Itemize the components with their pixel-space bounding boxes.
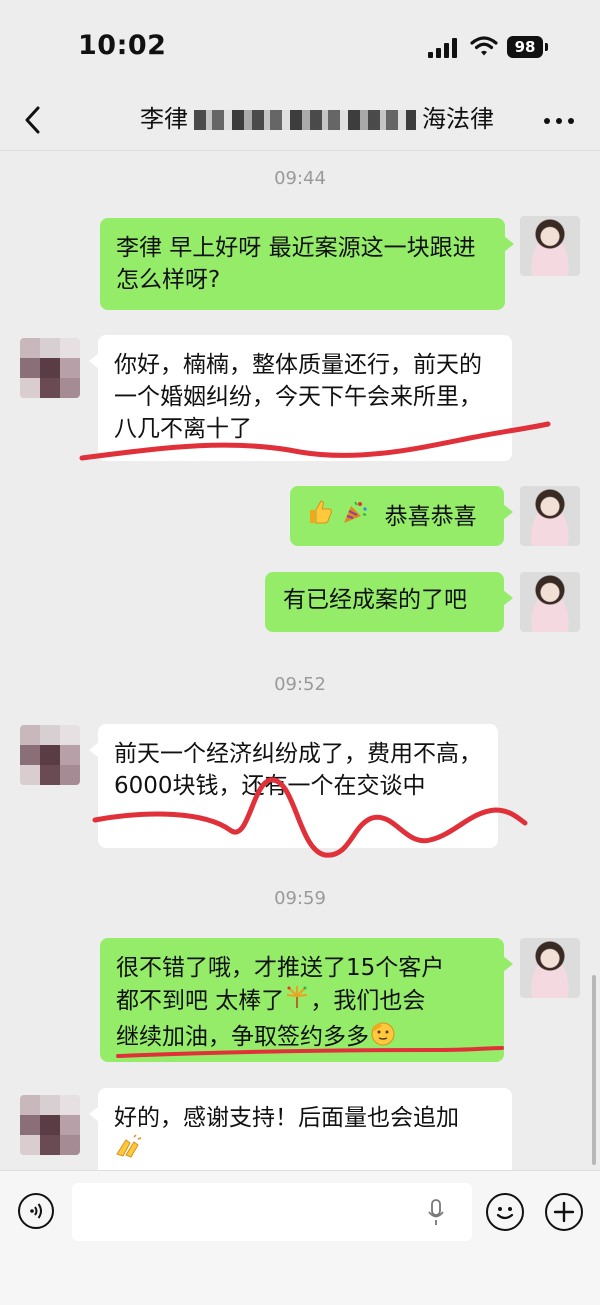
smiley-icon [496, 1206, 513, 1219]
status-bar: 10:02 98 [0, 0, 600, 90]
microphone-icon[interactable] [428, 1199, 444, 1227]
my-avatar[interactable] [520, 938, 580, 998]
message-bubble-sent[interactable]: 李律 早上好呀 最近案源这一块跟进怎么样呀? [100, 218, 514, 310]
my-avatar[interactable] [520, 572, 580, 632]
message-bubble-received[interactable]: 你好，楠楠，整体质量还行，前天的一个婚姻纠纷，今天下午会来所里，八几不离十了 [89, 335, 512, 461]
message-line: 继续加油，争取签约多多 [116, 1019, 488, 1056]
back-arrow-icon[interactable] [18, 102, 48, 138]
message-text: 都不到吧 太棒了 [116, 988, 285, 1014]
voice-input-button[interactable] [18, 1193, 54, 1229]
status-time: 10:02 [78, 30, 167, 61]
wifi-icon [470, 36, 498, 56]
chat-header: 李律 海法律 [0, 90, 600, 151]
salute-face-emoji [369, 1019, 397, 1056]
message-text: ，我们也会 [310, 988, 426, 1014]
timestamp: 09:52 [274, 674, 326, 695]
contact-avatar[interactable] [20, 1095, 80, 1155]
voice-icon [29, 1202, 42, 1219]
contact-avatar[interactable] [20, 338, 80, 398]
applause-emoji [114, 1134, 142, 1167]
fireworks-emoji [284, 984, 310, 1019]
cellular-signal-icon [428, 38, 458, 58]
message-line: 很不错了哦，才推送了15个客户 [116, 955, 445, 981]
my-avatar[interactable] [520, 216, 580, 276]
battery-icon: 98 [507, 36, 543, 58]
message-bubble-received[interactable]: 前天一个经济纠纷成了，费用不高，6000块钱，还有一个在交谈中 [89, 724, 498, 848]
message-bubble-sent[interactable]: 恭喜恭喜 [290, 486, 513, 546]
timestamp: 09:59 [274, 888, 326, 909]
more-functions-button[interactable] [545, 1193, 583, 1231]
plus-icon [553, 1201, 574, 1222]
message-text: 恭喜恭喜 [384, 503, 477, 530]
chat-title-suffix: 海法律 [422, 105, 494, 133]
emoji-button[interactable] [486, 1193, 524, 1231]
message-input-bar [0, 1170, 600, 1305]
battery-tip [545, 43, 548, 51]
message-line: 都不到吧 太棒了 ，我们也会 [116, 984, 488, 1019]
chat-title-prefix: 李律 [140, 105, 188, 133]
party-popper-emoji [341, 498, 369, 535]
message-text-field[interactable] [72, 1183, 472, 1241]
more-options-icon[interactable] [544, 118, 574, 124]
chat-title: 李律 海法律 [140, 102, 494, 136]
message-text: 继续加油，争取签约多多 [116, 1024, 369, 1050]
thumbs-up-emoji [306, 498, 334, 535]
my-avatar[interactable] [520, 486, 580, 546]
message-bubble-sent[interactable]: 很不错了哦，才推送了15个客户 都不到吧 太棒了 ，我们也会 继续加油，争取签约多… [100, 938, 513, 1062]
redacted-name-blur [194, 110, 416, 130]
message-text: 好的，感谢支持！后面量也会追加 [114, 1105, 459, 1131]
contact-avatar[interactable] [20, 725, 80, 785]
scrollbar-thumb[interactable] [592, 975, 596, 1165]
message-bubble-received[interactable]: 好的，感谢支持！后面量也会追加 [89, 1088, 512, 1170]
timestamp: 09:44 [274, 168, 326, 189]
message-bubble-sent[interactable]: 有已经成案的了吧 [265, 572, 513, 632]
